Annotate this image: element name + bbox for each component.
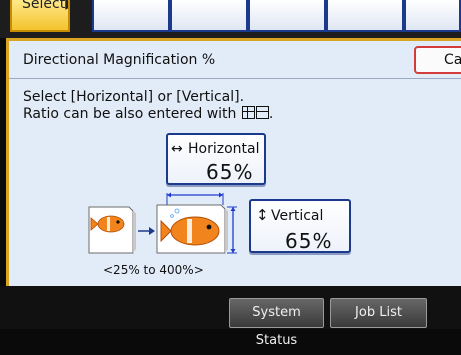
instruction-line-1: Select [Horizontal] or [Vertical]. — [23, 89, 245, 105]
top-tab-4[interactable] — [326, 0, 404, 32]
range-text: <25% to 400%> — [103, 263, 204, 277]
top-tab-2[interactable] — [170, 0, 248, 32]
vertical-keypad-icon — [255, 106, 269, 119]
magnification-illustration — [88, 192, 237, 254]
horizontal-arrow-icon: ↔ — [171, 141, 183, 157]
instruction-text: Select [Horizontal] or [Vertical]. Ratio… — [23, 89, 273, 123]
vertical-label: Vertical — [271, 208, 324, 224]
cancel-button[interactable]: Cancel — [414, 46, 461, 74]
panel-header: Directional Magnification % Cancel — [9, 41, 461, 79]
vertical-arrow-icon: ↕ — [256, 206, 269, 224]
vertical-button[interactable]: ↕ Vertical 65% — [249, 199, 351, 253]
horizontal-button[interactable]: ↔ Horizontal 65% — [166, 133, 266, 185]
arrow-right-icon — [138, 227, 155, 235]
horizontal-value: 65% — [206, 160, 254, 184]
bottom-bar: System Status Job List — [0, 286, 461, 348]
instruction-line-2: Ratio can be also entered with . — [23, 106, 274, 122]
horizontal-keypad-icon — [241, 106, 255, 119]
job-list-button[interactable]: Job List — [330, 298, 427, 328]
top-tab-5[interactable] — [404, 0, 461, 32]
horizontal-label: Horizontal — [188, 141, 260, 157]
select-tab-label: Select▶ — [22, 0, 68, 12]
directional-magnification-panel: Directional Magnification % Cancel Selec… — [6, 38, 461, 286]
system-status-button[interactable]: System Status — [229, 298, 324, 348]
original-page-icon — [88, 206, 136, 254]
stretched-page-icon — [156, 192, 237, 254]
top-tab-3[interactable] — [248, 0, 326, 32]
page-title: Directional Magnification % — [23, 52, 216, 68]
select-tab[interactable]: Select▶ — [10, 0, 70, 32]
vertical-value: 65% — [285, 229, 333, 253]
top-tab-strip: Select▶ — [0, 0, 461, 38]
top-tab-1[interactable] — [92, 0, 170, 32]
